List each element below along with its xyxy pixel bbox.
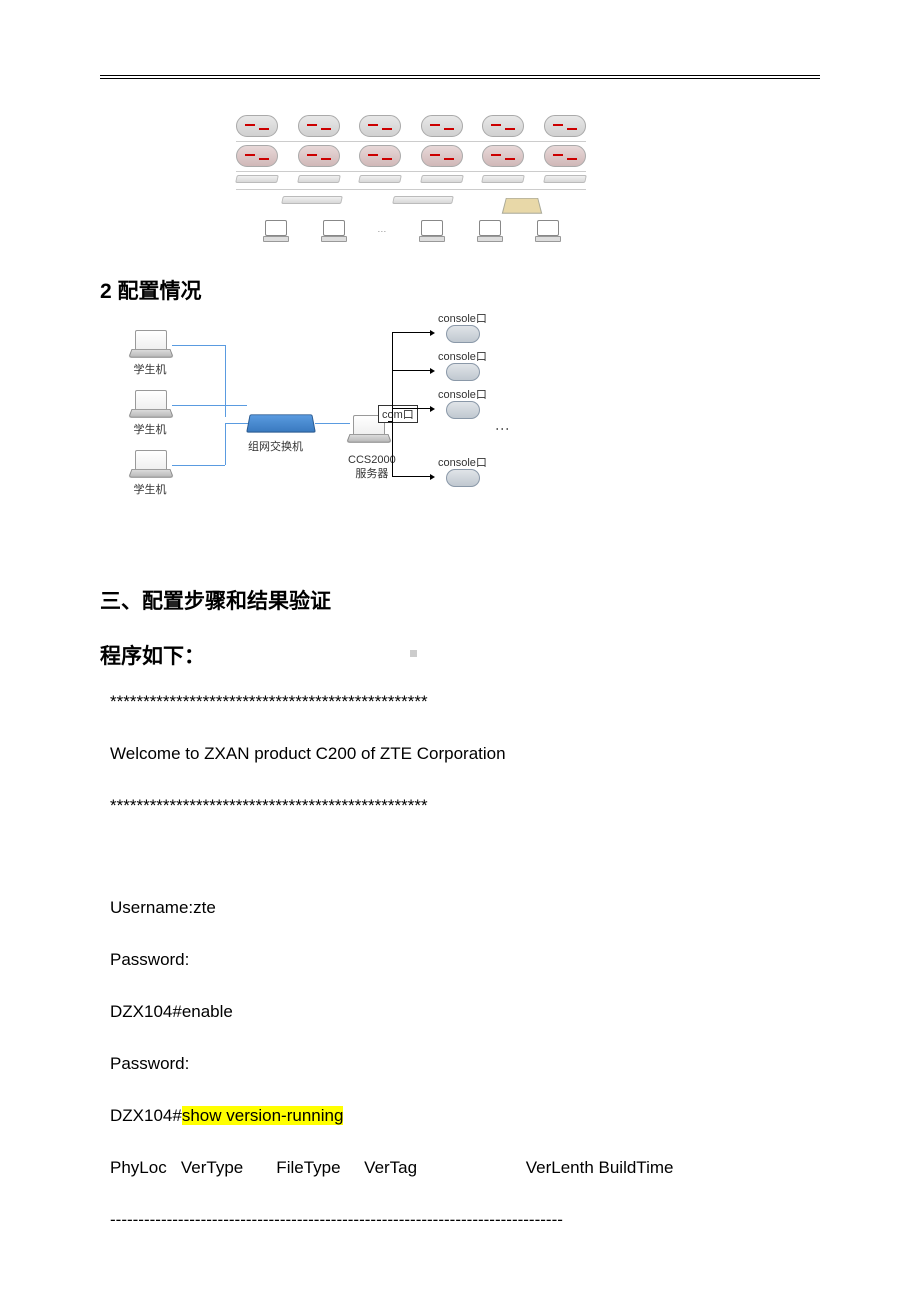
separator-line: ****************************************… — [110, 692, 428, 712]
server-label: CCS2000服务器 — [348, 453, 396, 482]
prompt-text: DZX104# — [110, 1106, 182, 1125]
console-port-label: console口 — [438, 386, 487, 402]
router-icon — [298, 145, 340, 167]
student-pc-label: 学生机 — [134, 421, 167, 437]
router-icon — [446, 325, 480, 343]
switch-icon — [235, 175, 279, 183]
switch-icon — [246, 414, 316, 432]
switch-icon — [420, 175, 464, 183]
router-icon — [359, 115, 401, 137]
password-line: Password: — [110, 950, 189, 970]
heading-steps: 三、配置步骤和结果验证 — [100, 585, 331, 615]
password-line: Password: — [110, 1054, 189, 1074]
pc-icon — [533, 220, 561, 242]
username-line: Username:zte — [110, 898, 216, 918]
pc-icon — [319, 220, 347, 242]
console-port-label: console口 — [438, 348, 487, 364]
switch-icon — [297, 175, 341, 183]
double-rule-divider — [100, 75, 820, 79]
show-version-line: DZX104#show version-running — [110, 1106, 343, 1126]
pc-icon — [475, 220, 503, 242]
switch-icon — [482, 175, 526, 183]
config-diagram: 学生机 学生机 学生机 组网交换机 CCS2000服务器 com口 ⋮ cons… — [130, 320, 530, 500]
router-icon — [544, 145, 586, 167]
laptop-icon — [130, 390, 170, 418]
console-port-label: console口 — [438, 454, 487, 470]
router-icon — [482, 115, 524, 137]
welcome-line: Welcome to ZXAN product C200 of ZTE Corp… — [110, 744, 506, 764]
router-icon — [298, 115, 340, 137]
router-icon — [236, 145, 278, 167]
router-icon — [544, 115, 586, 137]
heading-program: 程序如下： — [100, 640, 205, 670]
switch-icon — [281, 196, 343, 204]
switch-icon — [543, 175, 587, 183]
router-icon — [236, 115, 278, 137]
router-icon — [446, 469, 480, 487]
student-pc-label: 学生机 — [134, 481, 167, 497]
pc-icon — [261, 220, 289, 242]
vdots-icon: ⋮ — [500, 422, 506, 436]
console-port-label: console口 — [438, 310, 487, 326]
student-pc-label: 学生机 — [134, 361, 167, 377]
switch-icon — [392, 196, 454, 204]
pc-icon — [417, 220, 445, 242]
switch-icon — [358, 175, 402, 183]
router-icon — [482, 145, 524, 167]
heading-config: 2 配置情况 — [100, 275, 202, 305]
dash-line: ----------------------------------------… — [110, 1210, 563, 1230]
router-icon — [446, 401, 480, 419]
decorative-square — [410, 650, 417, 657]
enable-line: DZX104#enable — [110, 1002, 233, 1022]
switch-label: 组网交换机 — [248, 438, 303, 454]
router-icon — [421, 115, 463, 137]
table-header-line: PhyLoc VerType FileType VerTag VerLenth … — [110, 1158, 673, 1178]
router-icon — [421, 145, 463, 167]
router-icon — [359, 145, 401, 167]
topology-diagram: ··· — [236, 115, 586, 265]
server-icon — [502, 198, 543, 214]
highlighted-command: show version-running — [182, 1106, 344, 1125]
laptop-icon — [130, 330, 170, 358]
separator-line: ****************************************… — [110, 796, 428, 816]
router-icon — [446, 363, 480, 381]
laptop-icon — [130, 450, 170, 478]
